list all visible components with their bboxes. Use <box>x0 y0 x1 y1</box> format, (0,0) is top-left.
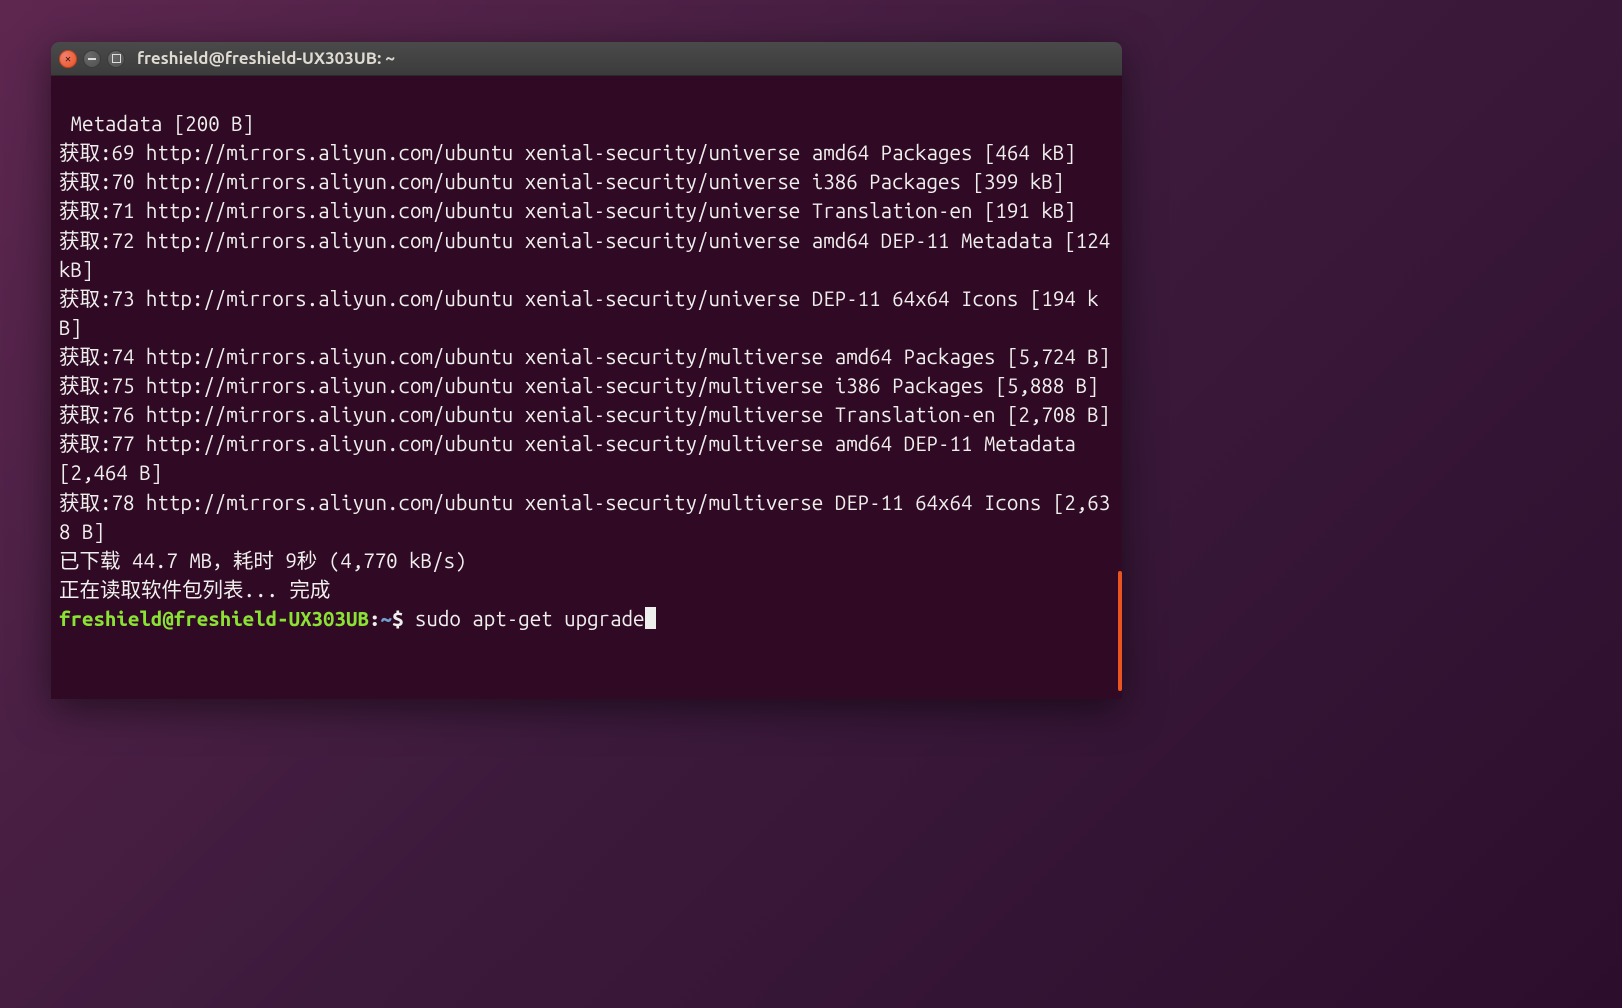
window-controls <box>59 50 125 68</box>
output-line: 获取:69 http://mirrors.aliyun.com/ubuntu x… <box>59 141 1076 164</box>
window-title: freshield@freshield-UX303UB: ~ <box>137 49 395 68</box>
output-line: 获取:74 http://mirrors.aliyun.com/ubuntu x… <box>59 345 1110 368</box>
prompt-path: ~ <box>380 607 391 630</box>
terminal-content[interactable]: Metadata [200 B] 获取:69 http://mirrors.al… <box>51 76 1122 699</box>
titlebar: freshield@freshield-UX303UB: ~ <box>51 42 1122 76</box>
output-line: 获取:71 http://mirrors.aliyun.com/ubuntu x… <box>59 199 1076 222</box>
output-line: 获取:76 http://mirrors.aliyun.com/ubuntu x… <box>59 403 1110 426</box>
output-line: 获取:73 http://mirrors.aliyun.com/ubuntu x… <box>59 287 1099 339</box>
output-line: 获取:72 http://mirrors.aliyun.com/ubuntu x… <box>59 229 1122 281</box>
output-line: 获取:78 http://mirrors.aliyun.com/ubuntu x… <box>59 491 1110 543</box>
output-line: 获取:75 http://mirrors.aliyun.com/ubuntu x… <box>59 374 1099 397</box>
cursor-icon <box>645 607 656 629</box>
terminal-window: freshield@freshield-UX303UB: ~ Metadata … <box>51 42 1122 699</box>
output-line: 获取:77 http://mirrors.aliyun.com/ubuntu x… <box>59 432 1087 484</box>
output-line: 获取:70 http://mirrors.aliyun.com/ubuntu x… <box>59 170 1064 193</box>
command-input[interactable]: sudo apt-get upgrade <box>415 607 645 630</box>
prompt-separator: : <box>369 607 380 630</box>
scrollbar[interactable] <box>1118 571 1122 691</box>
close-button[interactable] <box>59 50 77 68</box>
prompt-dollar: $ <box>392 607 415 630</box>
output-line: 已下载 44.7 MB，耗时 9秒 (4,770 kB/s) <box>59 549 467 572</box>
prompt-user: freshield@freshield-UX303UB <box>59 607 369 630</box>
output-line: 正在读取软件包列表... 完成 <box>59 578 330 601</box>
output-line: Metadata [200 B] <box>59 112 254 135</box>
maximize-button[interactable] <box>107 50 125 68</box>
minimize-button[interactable] <box>83 50 101 68</box>
